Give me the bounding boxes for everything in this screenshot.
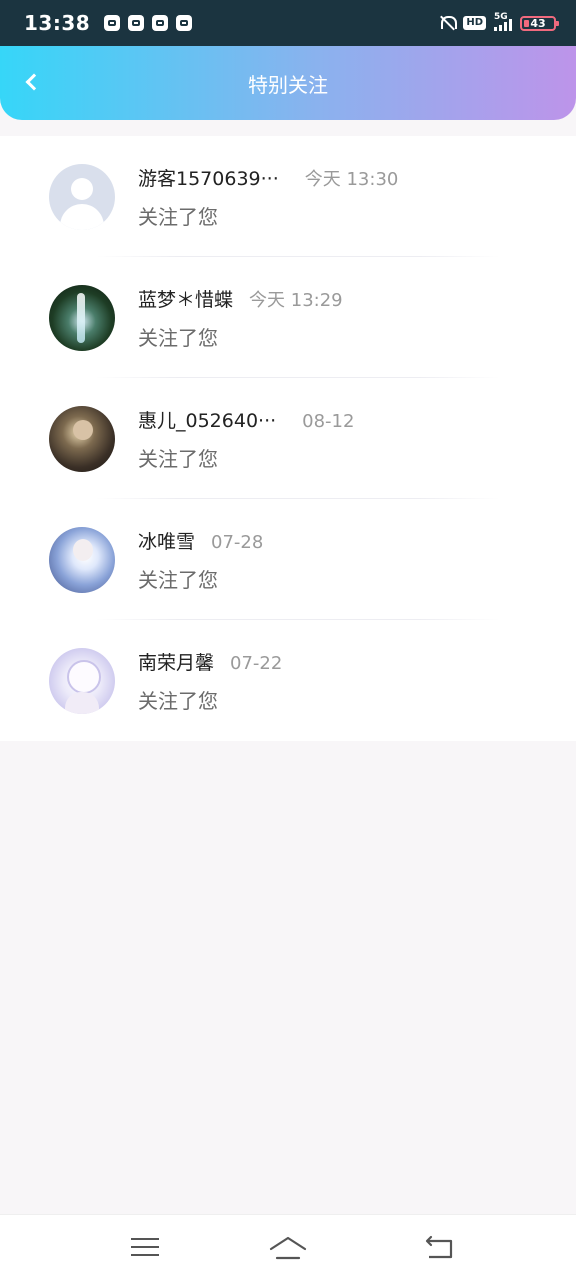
battery-level: 43 xyxy=(530,16,546,30)
list-item[interactable]: 游客1570639··· 今天 13:30 关注了您 xyxy=(0,136,576,257)
follow-message: 关注了您 xyxy=(138,688,218,713)
user-name: 惠儿_052640··· xyxy=(138,409,277,432)
battery-icon: 43 xyxy=(520,15,559,31)
follow-message: 关注了您 xyxy=(138,567,218,592)
app-notification-icon xyxy=(152,15,169,31)
timestamp: 今天 13:29 xyxy=(249,289,343,311)
timestamp: 08-12 xyxy=(302,410,355,432)
chevron-left-icon xyxy=(25,73,43,91)
avatar[interactable] xyxy=(49,405,115,472)
default-avatar-icon[interactable] xyxy=(49,163,115,230)
page-title: 特别关注 xyxy=(248,72,328,97)
follow-message: 关注了您 xyxy=(138,204,218,229)
app-header: 特别关注 xyxy=(0,46,576,120)
home-icon xyxy=(269,1236,307,1260)
notification-icons xyxy=(104,15,193,31)
network-type: 5G xyxy=(494,12,508,22)
user-name: 游客1570639··· xyxy=(138,167,279,190)
hd-badge: HD xyxy=(463,16,486,30)
avatar[interactable] xyxy=(49,284,115,351)
follower-list: 游客1570639··· 今天 13:30 关注了您 蓝梦＊惜蝶 今天 13:2… xyxy=(0,136,576,741)
list-item[interactable]: 惠儿_052640··· 08-12 关注了您 xyxy=(0,378,576,499)
return-icon xyxy=(425,1235,453,1259)
app-notification-icon xyxy=(128,15,145,31)
user-name: 南荣月馨 xyxy=(138,651,215,674)
timestamp: 07-22 xyxy=(230,652,283,674)
bell-muted-icon xyxy=(439,15,458,31)
home-button[interactable] xyxy=(268,1235,308,1261)
avatar[interactable] xyxy=(49,647,115,714)
back-button[interactable] xyxy=(16,66,48,98)
app-notification-icon xyxy=(176,15,193,31)
timestamp: 今天 13:30 xyxy=(304,168,399,190)
status-time: 13:38 xyxy=(24,11,91,35)
list-item[interactable]: 南荣月馨 07-22 关注了您 xyxy=(0,620,576,741)
avatar[interactable] xyxy=(49,526,115,593)
signal-icon: 5G xyxy=(494,12,512,31)
user-name: 冰唯雪 xyxy=(138,530,196,553)
app-notification-icon xyxy=(104,15,121,31)
follow-message: 关注了您 xyxy=(138,325,218,350)
status-bar: 13:38 HD 5G 43 xyxy=(0,0,576,46)
list-item[interactable]: 蓝梦＊惜蝶 今天 13:29 关注了您 xyxy=(0,257,576,378)
timestamp: 07-28 xyxy=(211,531,264,553)
user-name: 蓝梦＊惜蝶 xyxy=(138,288,234,311)
status-indicators: HD 5G 43 xyxy=(439,12,559,31)
list-item[interactable]: 冰唯雪 07-28 关注了您 xyxy=(0,499,576,620)
back-nav-button[interactable] xyxy=(420,1235,460,1261)
menu-button[interactable] xyxy=(125,1235,165,1261)
system-nav-bar xyxy=(0,1214,576,1280)
follow-message: 关注了您 xyxy=(138,446,218,471)
